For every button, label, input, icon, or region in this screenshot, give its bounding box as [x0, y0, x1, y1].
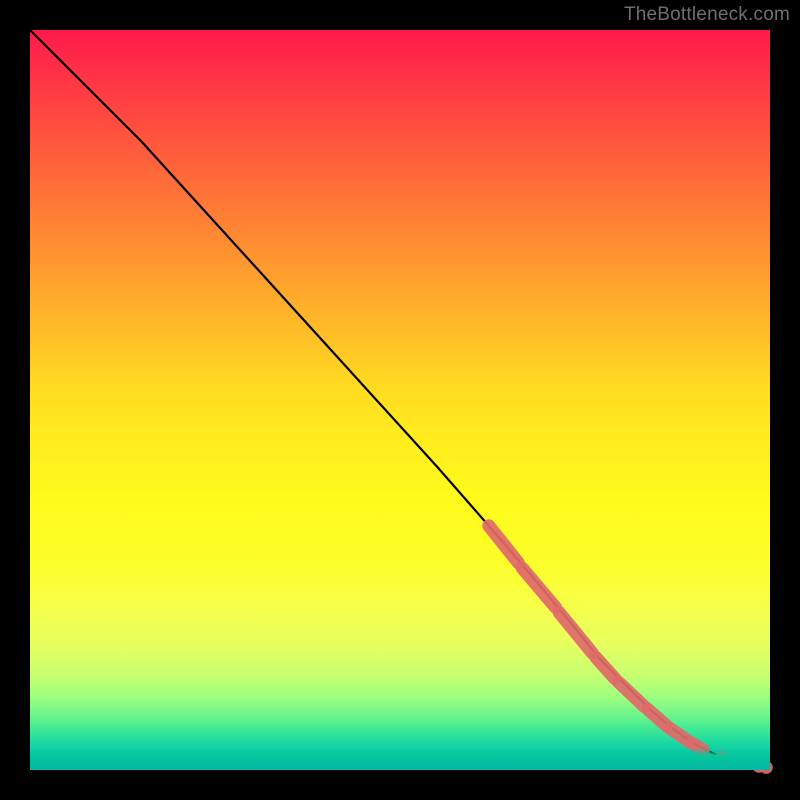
chart-frame: TheBottleneck.com [0, 0, 800, 800]
highlight-segment [522, 568, 555, 607]
highlight-segment [596, 658, 615, 679]
main-curve [30, 30, 770, 768]
plot-area [30, 30, 770, 770]
highlight-segment [692, 743, 703, 750]
curve-svg [30, 30, 770, 770]
watermark-text: TheBottleneck.com [624, 4, 790, 26]
highlight-segment [648, 709, 667, 725]
highlight-segment [618, 682, 644, 706]
highlight-dot [727, 755, 740, 768]
highlight-segment [670, 729, 689, 742]
highlight-dot [760, 761, 773, 774]
highlight-dot [715, 751, 728, 764]
highlight-segment [559, 612, 592, 653]
highlight-segment [489, 526, 519, 563]
